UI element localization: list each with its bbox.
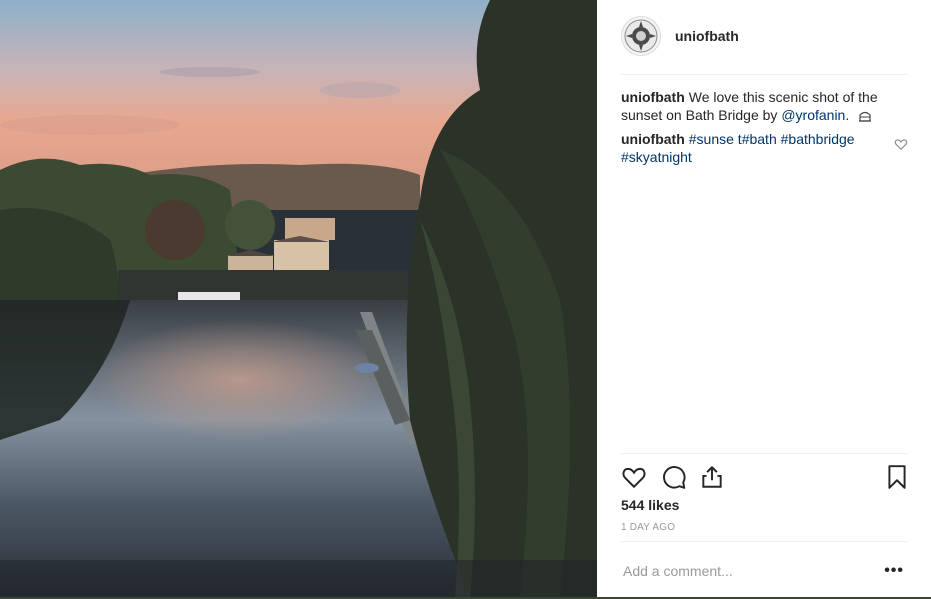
share-icon[interactable] [699, 464, 725, 490]
post-username[interactable]: uniofbath [675, 28, 739, 44]
likes-count[interactable]: 544 likes [621, 497, 679, 513]
action-bar [621, 453, 908, 498]
caption-comment: uniofbath We love this scenic shot of the… [621, 88, 908, 124]
university-crest-icon [624, 19, 658, 53]
hashtag-link[interactable]: #bathbridge [781, 131, 855, 147]
bookmark-icon[interactable] [884, 464, 910, 490]
ring-emoji-icon [859, 111, 872, 122]
comments-section: uniofbath We love this scenic shot of the… [621, 88, 908, 172]
add-comment-bar: ••• [621, 541, 908, 598]
caption-suffix: . [845, 107, 850, 123]
comment-username[interactable]: uniofbath [621, 131, 685, 147]
more-options-button[interactable]: ••• [884, 562, 904, 580]
add-comment-input[interactable] [621, 562, 875, 580]
post-timestamp[interactable]: 1 DAY AGO [621, 522, 675, 533]
heart-small-icon[interactable] [894, 137, 908, 151]
post-side-panel: uniofbath uniofbath We love this scenic s… [597, 0, 931, 597]
post-header: uniofbath [621, 16, 908, 75]
instagram-post-window: uniofbath uniofbath We love this scenic s… [0, 0, 931, 599]
caption-mention-link[interactable]: @yrofanin [781, 107, 845, 123]
post-photo[interactable] [0, 0, 597, 597]
comment-bubble-icon[interactable] [661, 464, 687, 490]
caption-username[interactable]: uniofbath [621, 89, 685, 105]
hashtag-link[interactable]: #bath [742, 131, 777, 147]
comment-item: uniofbath #sunse t#bath #bathbridge #skya… [621, 130, 908, 166]
hashtag-link[interactable]: #sunse t [689, 131, 742, 147]
heart-icon[interactable] [621, 464, 647, 490]
hashtag-link[interactable]: #skyatnight [621, 149, 692, 165]
sunset-river-image [0, 0, 597, 597]
avatar[interactable] [621, 16, 661, 56]
